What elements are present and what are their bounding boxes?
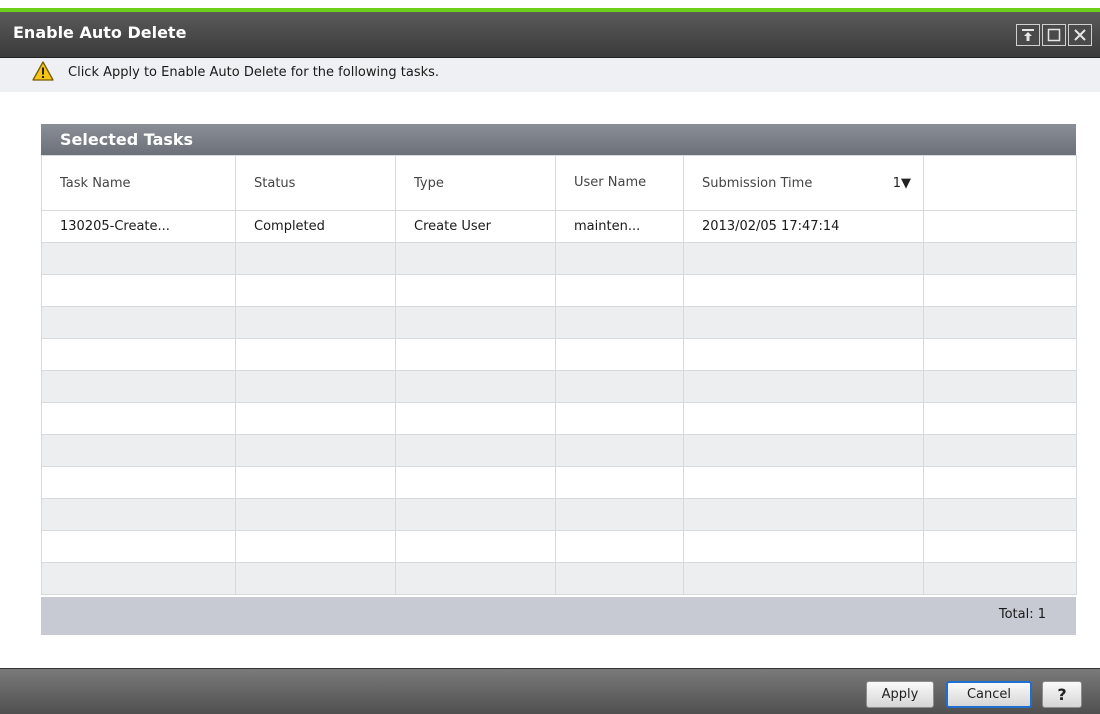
maximize-icon[interactable] bbox=[1042, 24, 1066, 46]
selected-tasks-panel: Selected Tasks Task Name Status Type Use… bbox=[41, 124, 1077, 635]
tasks-table: Task Name Status Type User Name Submissi… bbox=[41, 155, 1077, 595]
table-body: 130205-Create... Completed Create User m… bbox=[41, 210, 1077, 595]
total-count: Total: 1 bbox=[998, 607, 1046, 622]
empty-row bbox=[41, 242, 1077, 275]
dialog-title: Enable Auto Delete bbox=[13, 23, 187, 42]
cell-submission-time: 2013/02/05 17:47:14 bbox=[683, 210, 924, 243]
sort-indicator-icon: 1▼ bbox=[892, 175, 911, 191]
empty-row bbox=[41, 306, 1077, 339]
pin-icon[interactable] bbox=[1016, 24, 1040, 46]
column-submission-time-label: Submission Time bbox=[702, 175, 813, 191]
empty-row bbox=[41, 530, 1077, 563]
empty-row bbox=[41, 498, 1077, 531]
column-empty bbox=[923, 155, 1077, 211]
table-footer: Total: 1 bbox=[41, 597, 1076, 635]
cell-status: Completed bbox=[235, 210, 396, 243]
enable-auto-delete-dialog: Enable Auto Delete Click Apply to Enable… bbox=[0, 0, 1100, 714]
column-submission-time[interactable]: Submission Time 1▼ bbox=[683, 155, 924, 211]
empty-row bbox=[41, 434, 1077, 467]
apply-button[interactable]: Apply bbox=[866, 681, 934, 708]
table-header-row: Task Name Status Type User Name Submissi… bbox=[41, 155, 1077, 211]
empty-row bbox=[41, 274, 1077, 307]
cell-user-name: mainten... bbox=[555, 210, 684, 243]
empty-row bbox=[41, 370, 1077, 403]
button-bar: Apply Cancel ? bbox=[0, 668, 1100, 714]
cancel-button[interactable]: Cancel bbox=[946, 681, 1032, 708]
empty-row bbox=[41, 338, 1077, 371]
cell-empty bbox=[923, 210, 1077, 243]
column-task-name[interactable]: Task Name bbox=[41, 155, 236, 211]
title-bar: Enable Auto Delete bbox=[0, 12, 1100, 58]
table-row[interactable]: 130205-Create... Completed Create User m… bbox=[41, 210, 1077, 243]
panel-title: Selected Tasks bbox=[60, 130, 194, 149]
info-bar: Click Apply to Enable Auto Delete for th… bbox=[0, 58, 1100, 92]
warning-icon bbox=[32, 61, 54, 85]
panel-header: Selected Tasks bbox=[41, 124, 1076, 155]
close-icon[interactable] bbox=[1068, 24, 1092, 46]
cell-task-name: 130205-Create... bbox=[41, 210, 236, 243]
info-message: Click Apply to Enable Auto Delete for th… bbox=[68, 65, 440, 80]
empty-row bbox=[41, 466, 1077, 499]
column-user-name[interactable]: User Name bbox=[555, 155, 684, 211]
column-status[interactable]: Status bbox=[235, 155, 396, 211]
empty-row bbox=[41, 562, 1077, 595]
empty-row bbox=[41, 402, 1077, 435]
help-button[interactable]: ? bbox=[1042, 681, 1082, 708]
cell-type: Create User bbox=[395, 210, 556, 243]
column-user-name-label: User Name bbox=[574, 174, 647, 190]
column-type[interactable]: Type bbox=[395, 155, 556, 211]
